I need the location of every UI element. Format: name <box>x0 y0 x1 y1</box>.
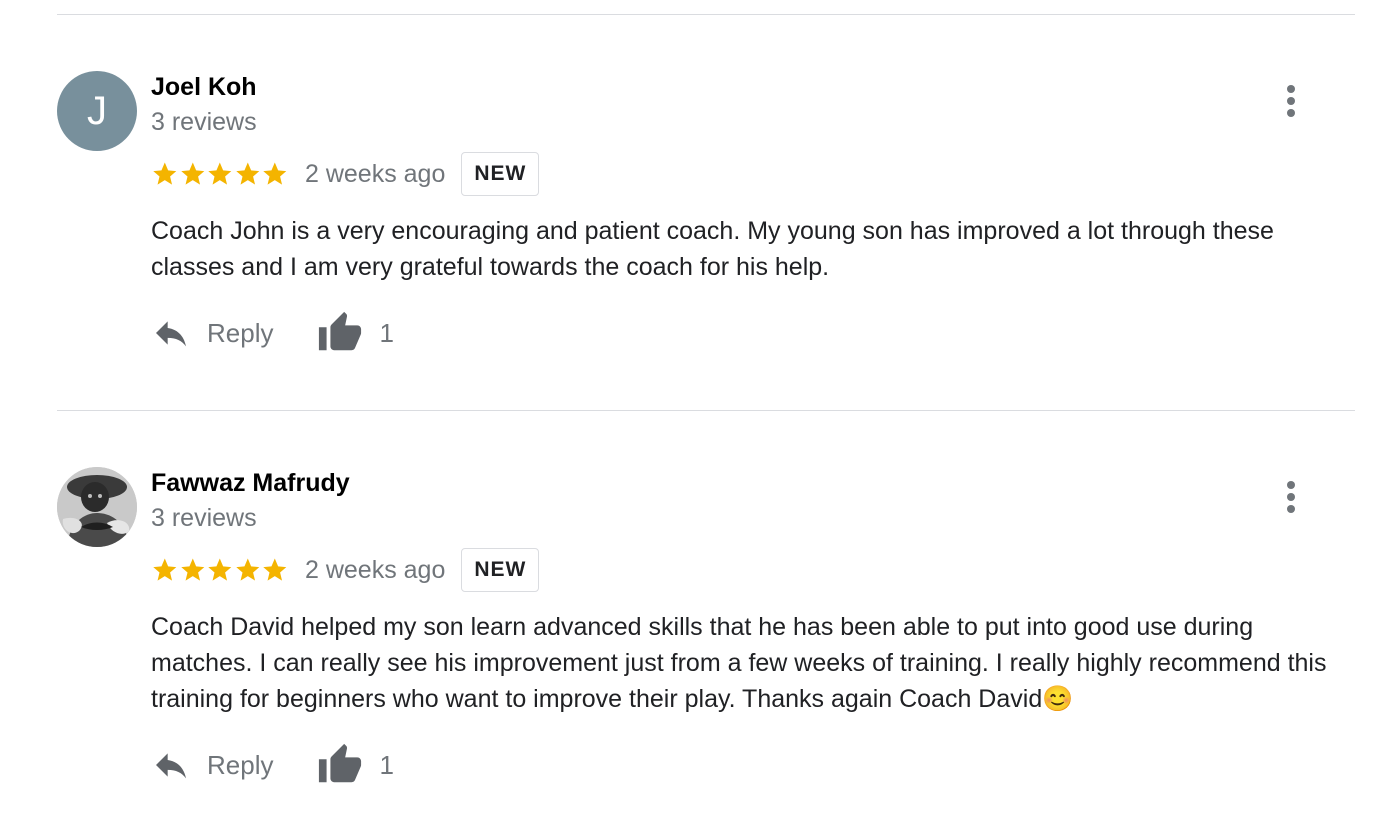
new-badge: NEW <box>461 548 540 592</box>
avatar-photo <box>57 467 137 547</box>
like-count: 1 <box>379 749 394 780</box>
star-icon <box>180 162 204 185</box>
review-date: 2 weeks ago <box>305 159 446 188</box>
review-actions: Reply 1 <box>151 308 394 358</box>
review-divider <box>57 14 1355 15</box>
star-rating <box>151 160 289 188</box>
like-count: 1 <box>379 317 394 348</box>
new-badge: NEW <box>461 152 540 196</box>
review-text: Coach David helped my son learn advanced… <box>151 613 1327 713</box>
more-options-button[interactable] <box>1274 81 1308 121</box>
reply-button[interactable]: Reply <box>151 313 273 353</box>
reply-label: Reply <box>207 317 274 348</box>
like-button[interactable]: 1 <box>317 310 394 356</box>
review-count[interactable]: 3 reviews <box>151 502 257 534</box>
star-icon <box>263 162 287 185</box>
more-vert-icon <box>1274 85 1308 117</box>
star-icon <box>180 558 204 581</box>
like-button[interactable]: 1 <box>317 742 394 788</box>
review-divider <box>57 410 1355 411</box>
reviewer-name[interactable]: Fawwaz Mafrudy <box>151 467 350 499</box>
rating-row: 2 weeks ago NEW <box>151 548 540 592</box>
reply-icon <box>156 321 186 347</box>
reply-label: Reply <box>207 749 274 780</box>
more-options-button[interactable] <box>1274 477 1308 517</box>
star-rating <box>151 556 289 584</box>
review-text: Coach John is a very encouraging and pat… <box>151 217 1274 281</box>
star-icon <box>153 162 177 185</box>
more-vert-icon <box>1274 481 1308 513</box>
review-date: 2 weeks ago <box>305 555 446 584</box>
star-icon <box>236 558 260 581</box>
thumb-up-icon <box>319 311 362 351</box>
review-actions: Reply 1 <box>151 740 394 790</box>
reviewer-name[interactable]: Joel Koh <box>151 71 257 103</box>
star-icon <box>208 558 232 581</box>
star-icon <box>153 558 177 581</box>
rating-row: 2 weeks ago NEW <box>151 152 540 196</box>
reply-icon <box>156 753 186 779</box>
star-icon <box>208 162 232 185</box>
avatar[interactable] <box>57 467 137 547</box>
thumb-up-icon <box>319 743 362 783</box>
star-icon <box>236 162 260 185</box>
avatar[interactable]: J <box>57 71 137 151</box>
review-count[interactable]: 3 reviews <box>151 106 257 138</box>
reply-button[interactable]: Reply <box>151 745 273 785</box>
star-icon <box>263 558 287 581</box>
